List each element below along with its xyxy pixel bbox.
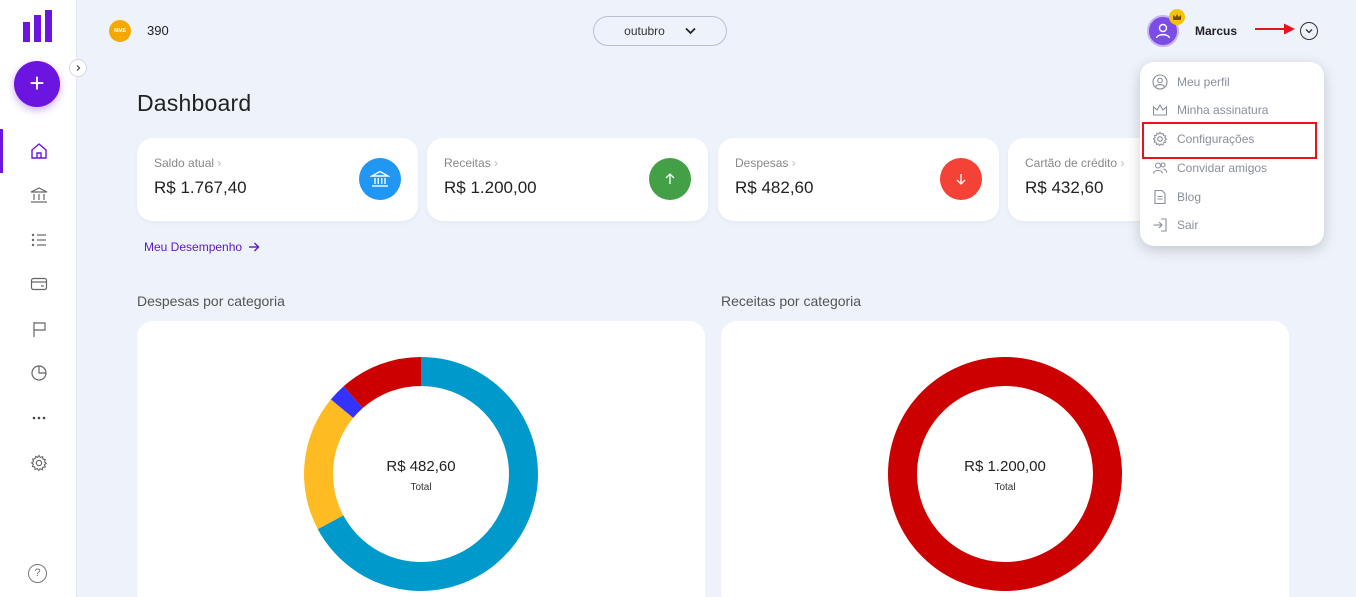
- logout-icon: [1153, 218, 1167, 232]
- chevron-right-icon: [76, 65, 81, 71]
- expenses-card[interactable]: Despesas › R$ 482,60: [718, 138, 999, 221]
- menu-item-label: Blog: [1177, 190, 1202, 204]
- menu-item-label: Minha assinatura: [1177, 103, 1269, 117]
- menu-item-subscription[interactable]: Minha assinatura: [1152, 97, 1268, 123]
- menu-item-profile[interactable]: Meu perfil: [1152, 69, 1230, 95]
- app-logo[interactable]: [23, 10, 53, 42]
- chart-total-value: R$ 482,60: [386, 458, 456, 475]
- annotation-arrow: [1255, 23, 1295, 35]
- sidebar-item-accounts[interactable]: [0, 173, 77, 217]
- users-icon: [1152, 162, 1168, 174]
- sidebar-item-cards[interactable]: [0, 262, 77, 306]
- month-label: outubro: [624, 24, 665, 38]
- username[interactable]: Marcus: [1195, 24, 1237, 38]
- document-icon: [1154, 189, 1166, 205]
- more-icon: [32, 416, 45, 420]
- income-chart-card: R$ 1.200,00 Total: [721, 321, 1289, 597]
- card-value: R$ 1.767,40: [154, 178, 247, 197]
- chart-total-label: Total: [994, 482, 1016, 493]
- highlight-annotation-box: [1142, 122, 1317, 159]
- chevron-down-icon: [685, 27, 696, 35]
- month-selector[interactable]: outubro: [593, 16, 727, 46]
- menu-item-label: Convidar amigos: [1177, 161, 1268, 175]
- sidebar-item-reports[interactable]: [0, 351, 77, 395]
- sidebar-item-settings[interactable]: [0, 441, 77, 485]
- list-icon: [31, 233, 46, 247]
- premium-crown-badge: [1169, 9, 1185, 25]
- card-value: R$ 432,60: [1025, 178, 1104, 197]
- sidebar-item-home[interactable]: [0, 129, 77, 173]
- bank-icon: [30, 187, 47, 203]
- chevron-down-icon: [1305, 29, 1313, 34]
- expenses-chart-title: Despesas por categoria: [137, 293, 285, 309]
- user-circle-icon: [1152, 74, 1168, 90]
- user-icon: [1155, 23, 1171, 39]
- arrow-up-icon: [649, 158, 691, 200]
- menu-item-label: Meu perfil: [1177, 75, 1230, 89]
- add-transaction-button[interactable]: +: [14, 61, 60, 107]
- sidebar-item-goals[interactable]: [0, 307, 77, 351]
- wallet-icon: [30, 277, 47, 291]
- collapse-sidebar-button[interactable]: [69, 59, 87, 77]
- income-chart-title: Receitas por categoria: [721, 293, 862, 309]
- arrow-down-icon: [940, 158, 982, 200]
- sidebar: + ?: [0, 0, 77, 597]
- flag-icon: [32, 322, 46, 337]
- card-label: Receitas ›: [444, 156, 499, 170]
- performance-link[interactable]: Meu Desempenho: [144, 240, 260, 254]
- help-button[interactable]: ?: [28, 564, 47, 583]
- bank-icon: [359, 158, 401, 200]
- sidebar-item-more[interactable]: [0, 396, 77, 440]
- gear-icon: [30, 454, 47, 472]
- home-icon: [30, 143, 47, 159]
- user-menu-toggle[interactable]: [1300, 22, 1318, 40]
- coin-icon: MMS: [109, 20, 131, 42]
- sidebar-item-transactions[interactable]: [0, 218, 77, 262]
- income-card[interactable]: Receitas › R$ 1.200,00: [427, 138, 708, 221]
- crown-icon: [1152, 103, 1168, 116]
- chart-total-value: R$ 1.200,00: [964, 458, 1046, 475]
- card-label: Saldo atual ›: [154, 156, 222, 170]
- page-title: Dashboard: [137, 90, 252, 116]
- crown-icon: [1173, 14, 1181, 20]
- menu-item-blog[interactable]: Blog: [1152, 184, 1201, 210]
- card-label: Cartão de crédito ›: [1025, 156, 1125, 170]
- menu-item-logout[interactable]: Sair: [1152, 212, 1198, 238]
- card-label: Despesas ›: [735, 156, 796, 170]
- balance-card[interactable]: Saldo atual › R$ 1.767,40: [137, 138, 418, 221]
- expenses-chart-card: R$ 482,60 Total: [137, 321, 705, 597]
- points-value: 390: [147, 23, 169, 38]
- menu-item-label: Sair: [1177, 218, 1199, 232]
- arrow-right-icon: [249, 242, 260, 252]
- card-value: R$ 1.200,00: [444, 178, 537, 197]
- card-value: R$ 482,60: [735, 178, 814, 197]
- pie-chart-icon: [30, 365, 47, 381]
- chart-total-label: Total: [410, 482, 432, 493]
